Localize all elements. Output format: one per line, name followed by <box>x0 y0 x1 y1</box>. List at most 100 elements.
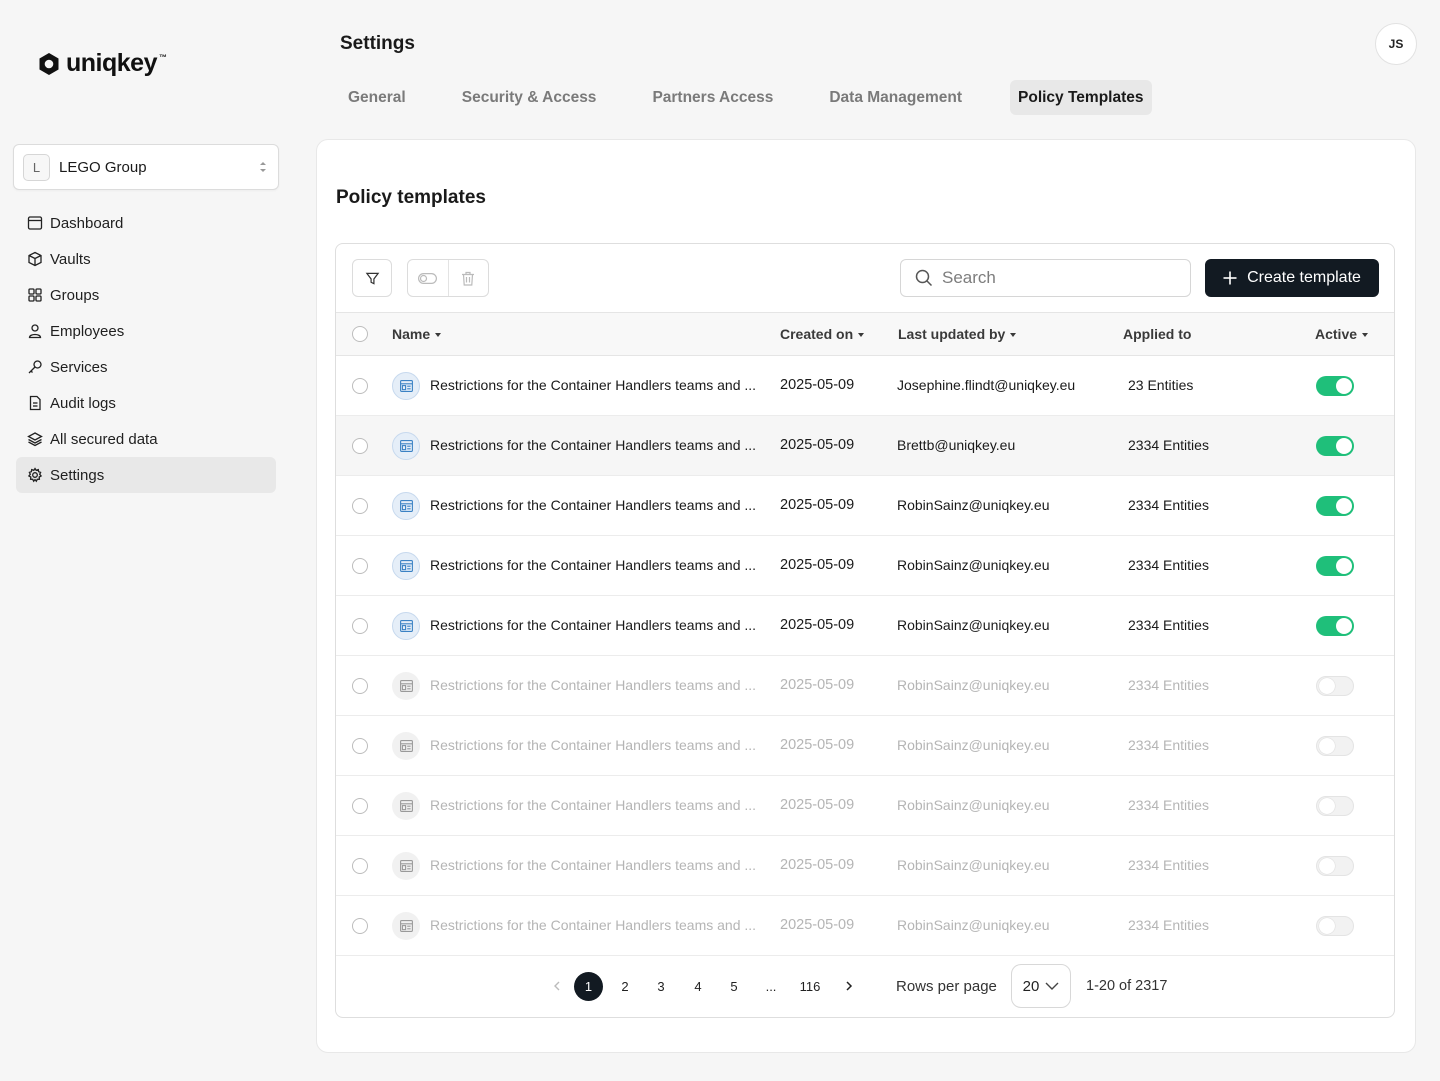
rows-per-page-value: 20 <box>1022 977 1040 995</box>
next-page-button[interactable] <box>835 972 863 1000</box>
filter-button[interactable] <box>352 259 392 297</box>
tab-security-access[interactable]: Security & Access <box>454 80 605 115</box>
sidebar-item-label: Audit logs <box>50 394 116 412</box>
row-select-radio[interactable] <box>352 918 368 934</box>
template-name[interactable]: Restrictions for the Container Handlers … <box>430 797 756 813</box>
page-button[interactable]: 4 <box>684 972 712 1000</box>
row-select-radio[interactable] <box>352 738 368 754</box>
row-select-radio[interactable] <box>352 378 368 394</box>
created-date: 2025-05-09 <box>780 677 855 693</box>
template-name[interactable]: Restrictions for the Container Handlers … <box>430 437 756 453</box>
table-row[interactable]: Restrictions for the Container Handlers … <box>336 656 1394 716</box>
search-input[interactable] <box>942 268 1172 288</box>
chevron-right-icon <box>846 981 853 991</box>
row-select-radio[interactable] <box>352 798 368 814</box>
active-toggle[interactable] <box>1316 736 1354 756</box>
sidebar-item-audit-logs[interactable]: Audit logs <box>16 385 276 421</box>
cube-icon <box>27 251 43 267</box>
active-toggle[interactable] <box>1316 496 1354 516</box>
logo[interactable]: uniqkey ™ <box>37 49 167 78</box>
sidebar-item-all-secured-data[interactable]: All secured data <box>16 421 276 457</box>
section-title: Policy templates <box>336 187 486 208</box>
toggle-knob <box>1319 858 1335 874</box>
row-select-radio[interactable] <box>352 678 368 694</box>
created-date: 2025-05-09 <box>780 737 855 753</box>
toggle-active-button[interactable] <box>408 260 449 296</box>
active-toggle[interactable] <box>1316 376 1354 396</box>
active-toggle[interactable] <box>1316 676 1354 696</box>
active-toggle[interactable] <box>1316 436 1354 456</box>
row-select-radio[interactable] <box>352 618 368 634</box>
key-icon <box>27 359 43 375</box>
page-button[interactable]: 5 <box>720 972 748 1000</box>
column-created-header[interactable]: Created on <box>780 326 865 342</box>
dashboard-icon <box>27 215 43 231</box>
table-row[interactable]: Restrictions for the Container Handlers … <box>336 536 1394 596</box>
row-select-radio[interactable] <box>352 498 368 514</box>
table-row[interactable]: Restrictions for the Container Handlers … <box>336 896 1394 956</box>
table-row[interactable]: Restrictions for the Container Handlers … <box>336 476 1394 536</box>
tab-policy-templates[interactable]: Policy Templates <box>1010 80 1152 115</box>
table-row[interactable]: Restrictions for the Container Handlers … <box>336 596 1394 656</box>
sidebar-item-vaults[interactable]: Vaults <box>16 241 276 277</box>
column-updated-by-label: Last updated by <box>898 326 1006 342</box>
tab-partners-access[interactable]: Partners Access <box>644 80 781 115</box>
create-template-button[interactable]: Create template <box>1205 259 1379 297</box>
page-button[interactable]: 116 <box>795 972 825 1000</box>
search-icon <box>915 269 933 287</box>
applied-entities: 23 Entities <box>1128 377 1194 393</box>
select-all-radio[interactable] <box>352 326 368 342</box>
tab-general[interactable]: General <box>340 80 414 115</box>
sidebar-item-groups[interactable]: Groups <box>16 277 276 313</box>
page-button[interactable]: 2 <box>611 972 639 1000</box>
page-button[interactable]: 3 <box>647 972 675 1000</box>
column-applied-label: Applied to <box>1123 326 1192 342</box>
toggle-icon <box>418 272 438 284</box>
template-name[interactable]: Restrictions for the Container Handlers … <box>430 557 756 573</box>
table-row[interactable]: Restrictions for the Container Handlers … <box>336 716 1394 776</box>
document-icon <box>27 395 43 411</box>
sidebar-item-services[interactable]: Services <box>16 349 276 385</box>
sidebar-item-settings[interactable]: Settings <box>16 457 276 493</box>
active-toggle[interactable] <box>1316 556 1354 576</box>
prev-page-button[interactable] <box>543 972 571 1000</box>
org-select[interactable]: L LEGO Group <box>13 144 279 190</box>
template-name[interactable]: Restrictions for the Container Handlers … <box>430 917 756 933</box>
page-button[interactable]: 1 <box>574 972 603 1001</box>
policy-templates-card: Policy templates Create template <box>316 139 1416 1053</box>
table-row[interactable]: Restrictions for the Container Handlers … <box>336 776 1394 836</box>
active-toggle[interactable] <box>1316 796 1354 816</box>
pagination-range: 1-20 of 2317 <box>1086 978 1168 994</box>
row-select-radio[interactable] <box>352 858 368 874</box>
sidebar-item-label: Services <box>50 358 108 376</box>
sidebar-item-dashboard[interactable]: Dashboard <box>16 205 276 241</box>
template-name[interactable]: Restrictions for the Container Handlers … <box>430 377 756 393</box>
template-name[interactable]: Restrictions for the Container Handlers … <box>430 677 756 693</box>
sidebar: uniqkey ™ L LEGO Group Dashboard Vaults … <box>0 0 292 1068</box>
tab-data-management[interactable]: Data Management <box>821 80 970 115</box>
column-name-header[interactable]: Name <box>392 326 442 342</box>
sidebar-item-employees[interactable]: Employees <box>16 313 276 349</box>
column-active-header[interactable]: Active <box>1315 326 1369 342</box>
table-row[interactable]: Restrictions for the Container Handlers … <box>336 416 1394 476</box>
created-date: 2025-05-09 <box>780 497 855 513</box>
template-name[interactable]: Restrictions for the Container Handlers … <box>430 737 756 753</box>
table-row[interactable]: Restrictions for the Container Handlers … <box>336 356 1394 416</box>
active-toggle[interactable] <box>1316 616 1354 636</box>
active-toggle[interactable] <box>1316 916 1354 936</box>
template-name[interactable]: Restrictions for the Container Handlers … <box>430 617 756 633</box>
avatar[interactable]: JS <box>1375 23 1417 65</box>
row-select-radio[interactable] <box>352 438 368 454</box>
layers-icon <box>27 431 43 447</box>
delete-button[interactable] <box>449 260 489 296</box>
template-name[interactable]: Restrictions for the Container Handlers … <box>430 857 756 873</box>
template-icon <box>392 432 420 460</box>
column-updated-by-header[interactable]: Last updated by <box>898 326 1017 342</box>
rows-per-page-select[interactable]: 20 <box>1011 964 1071 1008</box>
active-toggle[interactable] <box>1316 856 1354 876</box>
toggle-knob <box>1319 798 1335 814</box>
template-name[interactable]: Restrictions for the Container Handlers … <box>430 497 756 513</box>
search-field[interactable] <box>900 259 1191 297</box>
row-select-radio[interactable] <box>352 558 368 574</box>
table-row[interactable]: Restrictions for the Container Handlers … <box>336 836 1394 896</box>
